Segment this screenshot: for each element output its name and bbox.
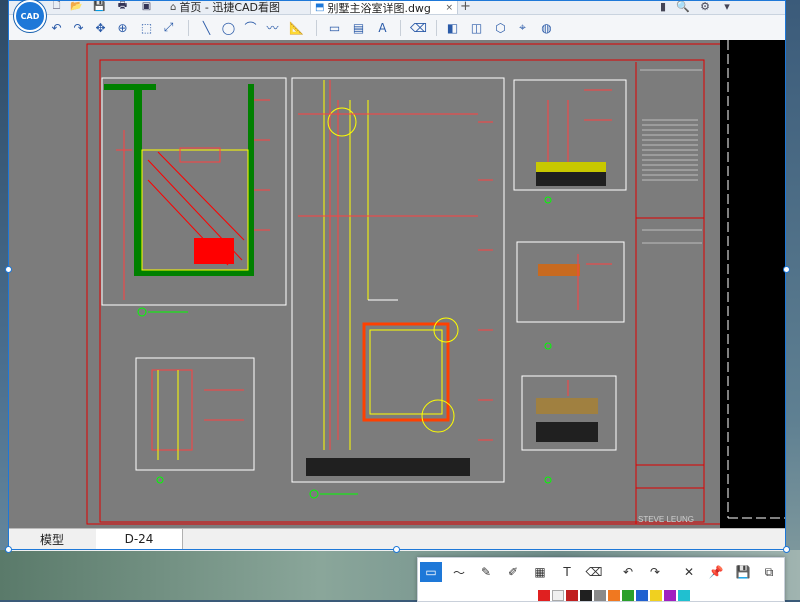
coordinate-icon[interactable]: ⌖: [514, 19, 531, 36]
redo-icon[interactable]: ↷: [70, 19, 87, 36]
screenshot-toolbar: ▭ 〜 ✎ ✐ ▦ T ⌫ ↶ ↷ ✕ 📌 💾 ⧉: [417, 557, 785, 602]
tab-home[interactable]: ⌂ 首页 - 迅捷CAD看图: [166, 0, 308, 14]
tab-file-label: 别墅主浴室详图.dwg: [327, 1, 431, 15]
color-swatch-purple[interactable]: [664, 590, 676, 601]
color-swatch-red[interactable]: [538, 590, 550, 601]
tab-model[interactable]: 模型: [8, 529, 97, 549]
detail-2: [516, 241, 625, 350]
zoom-window-icon[interactable]: ⬚: [138, 19, 155, 36]
open-folder-icon[interactable]: 📂: [70, 0, 83, 12]
desktop-background-right: [786, 0, 800, 600]
redo-tool-icon[interactable]: ↷: [644, 562, 666, 582]
pin-icon[interactable]: ▮: [654, 0, 672, 13]
line-icon[interactable]: ╲: [198, 19, 215, 36]
color-swatch-white[interactable]: [552, 590, 564, 601]
eraser-icon[interactable]: ⌫: [410, 19, 427, 36]
eraser-tool-icon[interactable]: ⌫: [583, 562, 605, 582]
cad-drawing: STEVE LEUNG: [86, 43, 722, 525]
print-icon[interactable]: 🖶: [116, 0, 129, 12]
rect-select-icon[interactable]: ▭: [420, 562, 442, 582]
block-icon[interactable]: ◫: [468, 19, 485, 36]
highlighter-icon[interactable]: ✐: [502, 562, 524, 582]
circle-icon[interactable]: ◯: [220, 19, 237, 36]
settings-icon[interactable]: ⚙: [696, 0, 714, 13]
arc-icon[interactable]: ⌒: [242, 19, 259, 36]
color-swatch-blue[interactable]: [636, 590, 648, 601]
mosaic-icon[interactable]: ▦: [529, 562, 551, 582]
new-tab-button[interactable]: +: [460, 0, 471, 13]
color-wheel-icon[interactable]: ◍: [538, 19, 555, 36]
sheet-edge-panel: [720, 40, 786, 528]
menu-icon[interactable]: ▾: [718, 0, 736, 13]
color-swatch-yellow[interactable]: [650, 590, 662, 601]
section-detail-small: [135, 357, 255, 484]
drawing-toolbar: ↶ ↷ ✥ ⊕ ⬚ ⤢ ╲ ◯ ⌒ 〰 📐 ▭ ▤ A ⌫ ◧ ◫ ⬡ ⌖ ◍: [8, 15, 786, 41]
zoom-in-icon[interactable]: ⊕: [114, 19, 131, 36]
close-icon[interactable]: ✕: [678, 562, 700, 582]
save-tool-icon[interactable]: 💾: [732, 562, 754, 582]
undo-tool-icon[interactable]: ↶: [617, 562, 639, 582]
new-file-icon[interactable]: 🗋: [50, 0, 63, 12]
3d-view-icon[interactable]: ⬡: [492, 19, 509, 36]
file-icon: ⬒: [315, 2, 325, 13]
home-icon: ⌂: [170, 1, 177, 13]
drawing-canvas[interactable]: STEVE LEUNG: [8, 40, 786, 528]
text-tool-icon[interactable]: T: [556, 562, 578, 582]
pin-tool-icon[interactable]: 📌: [705, 562, 727, 582]
layer-icon[interactable]: ◧: [444, 19, 461, 36]
undo-icon[interactable]: ↶: [48, 19, 65, 36]
tab-close-icon[interactable]: ×: [445, 3, 453, 13]
selection-handle-left[interactable]: [5, 266, 12, 273]
selection-handle-right[interactable]: [783, 266, 790, 273]
rectangle-icon[interactable]: ▭: [326, 19, 343, 36]
save-icon[interactable]: 💾: [93, 0, 106, 12]
layout-icon[interactable]: ▤: [350, 19, 367, 36]
toolbar-separator: [188, 20, 189, 36]
search-icon[interactable]: 🔍: [674, 0, 692, 13]
freeline-icon[interactable]: 〜: [448, 562, 470, 582]
zoom-extents-icon[interactable]: ⤢: [160, 19, 177, 36]
color-swatch-green[interactable]: [622, 590, 634, 601]
title-block-table: [640, 69, 702, 244]
selection-handle-bottom[interactable]: [393, 546, 400, 553]
tab-home-label: 首页 - 迅捷CAD看图: [179, 1, 280, 14]
detail-3: [521, 375, 617, 484]
selection-handle-bottom-left[interactable]: [5, 546, 12, 553]
cad-viewer-window: 🗋 📂 💾 🖶 ▣ ⌂ 首页 - 迅捷CAD看图 ⬒ 别墅主浴室详图.dwg ×…: [8, 0, 786, 551]
polyline-icon[interactable]: 〰: [264, 19, 281, 36]
title-bar: 🗋 📂 💾 🖶 ▣ ⌂ 首页 - 迅捷CAD看图 ⬒ 别墅主浴室详图.dwg ×…: [8, 0, 786, 15]
color-swatch-orange[interactable]: [608, 590, 620, 601]
toolbar-separator: [400, 20, 401, 36]
sheet-edge-lines: [727, 40, 786, 519]
detail-1: [513, 79, 627, 204]
measure-icon[interactable]: 📐: [288, 19, 305, 36]
color-swatch-black[interactable]: [580, 590, 592, 601]
pen-icon[interactable]: ✎: [475, 562, 497, 582]
tab-layout-d24[interactable]: D-24: [96, 529, 183, 549]
toolbar-separator: [436, 20, 437, 36]
color-swatch-gray[interactable]: [594, 590, 606, 601]
pan-icon[interactable]: ✥: [92, 19, 109, 36]
plan-view-detail: [101, 77, 287, 317]
designer-name-text: STEVE LEUNG: [638, 515, 694, 524]
elevation-detail: [291, 77, 505, 499]
text-icon[interactable]: A: [374, 19, 391, 36]
tab-drawing-file[interactable]: ⬒ 别墅主浴室详图.dwg ×: [310, 0, 458, 15]
copy-icon[interactable]: ⧉: [758, 562, 780, 582]
app-logo: CAD: [14, 0, 46, 32]
toolbar-separator: [316, 20, 317, 36]
desktop-background-left: [0, 0, 8, 600]
color-swatch-cyan[interactable]: [678, 590, 690, 601]
color-swatch-dark-red[interactable]: [566, 590, 578, 601]
selection-handle-bottom-right[interactable]: [783, 546, 790, 553]
export-pdf-icon[interactable]: ▣: [140, 0, 153, 12]
